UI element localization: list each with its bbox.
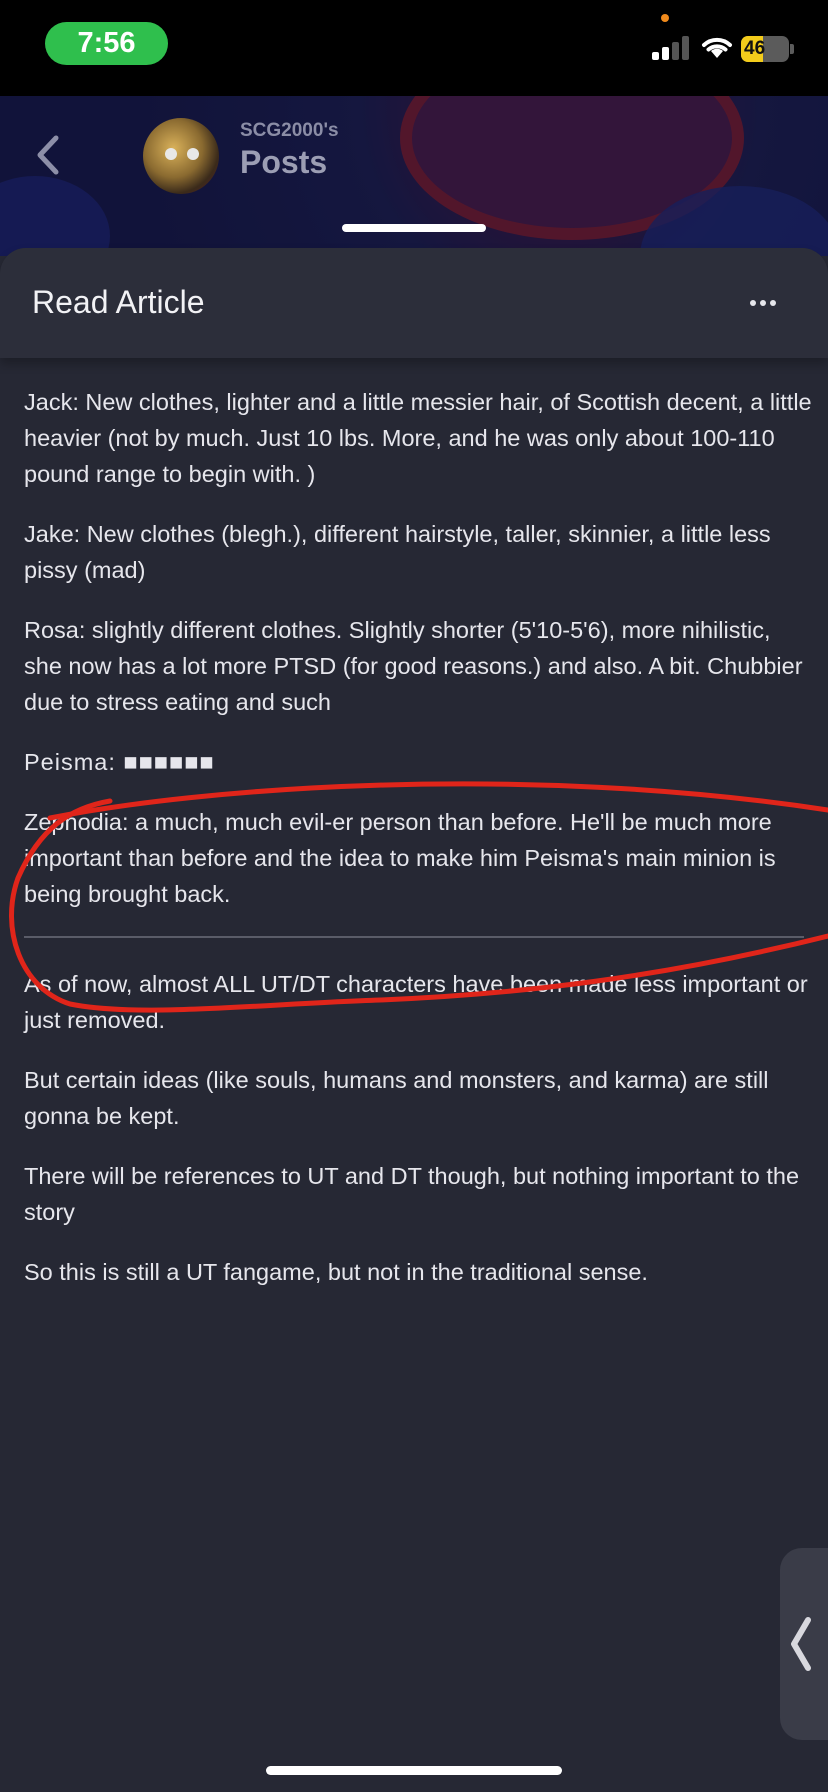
camera-indicator-icon xyxy=(661,14,669,22)
profile-header: SCG2000's Posts xyxy=(0,96,828,256)
article-body: Jack: New clothes, lighter and a little … xyxy=(24,384,814,1314)
sheet-drag-handle[interactable] xyxy=(342,224,486,232)
sheet-title: Read Article xyxy=(32,284,205,320)
divider xyxy=(24,936,804,938)
more-options-icon[interactable] xyxy=(748,292,778,312)
sheet-header: Read Article xyxy=(0,248,828,358)
battery-icon: 46 xyxy=(741,36,789,62)
battery-tip xyxy=(790,44,794,54)
article-sheet: Read Article Jack: New clothes, lighter … xyxy=(0,248,828,1792)
page-title: Posts xyxy=(240,144,328,180)
status-time[interactable]: 7:56 xyxy=(45,22,168,65)
article-paragraph: Rosa: slightly different clothes. Slight… xyxy=(24,617,803,715)
article-paragraph: But certain ideas (like souls, humans an… xyxy=(24,1067,769,1129)
header-overlay xyxy=(0,96,828,256)
article-paragraph: Jack: New clothes, lighter and a little … xyxy=(24,389,812,487)
wifi-icon xyxy=(702,37,732,58)
status-bar: 7:56 46 xyxy=(0,0,828,96)
article-paragraph: So this is still a UT fangame, but not i… xyxy=(24,1259,648,1285)
article-paragraph: Peisma: ■■■■■■ xyxy=(24,749,215,775)
avatar[interactable] xyxy=(143,118,219,194)
article-paragraph: Jake: New clothes (blegh.), different ha… xyxy=(24,521,771,583)
article-paragraph: There will be references to UT and DT th… xyxy=(24,1163,800,1225)
home-indicator[interactable] xyxy=(266,1766,562,1775)
chevron-left-icon xyxy=(791,1617,811,1671)
article-paragraph: As of now, almost ALL UT/DT characters h… xyxy=(24,971,808,1033)
cellular-signal-icon xyxy=(652,36,690,60)
battery-level: 46 xyxy=(744,38,766,59)
side-drawer-tab[interactable] xyxy=(780,1548,828,1740)
back-chevron-icon[interactable] xyxy=(28,130,68,180)
post-owner-name: SCG2000's xyxy=(240,120,339,141)
article-paragraph: Zephodia: a much, much evil-er person th… xyxy=(24,809,776,907)
